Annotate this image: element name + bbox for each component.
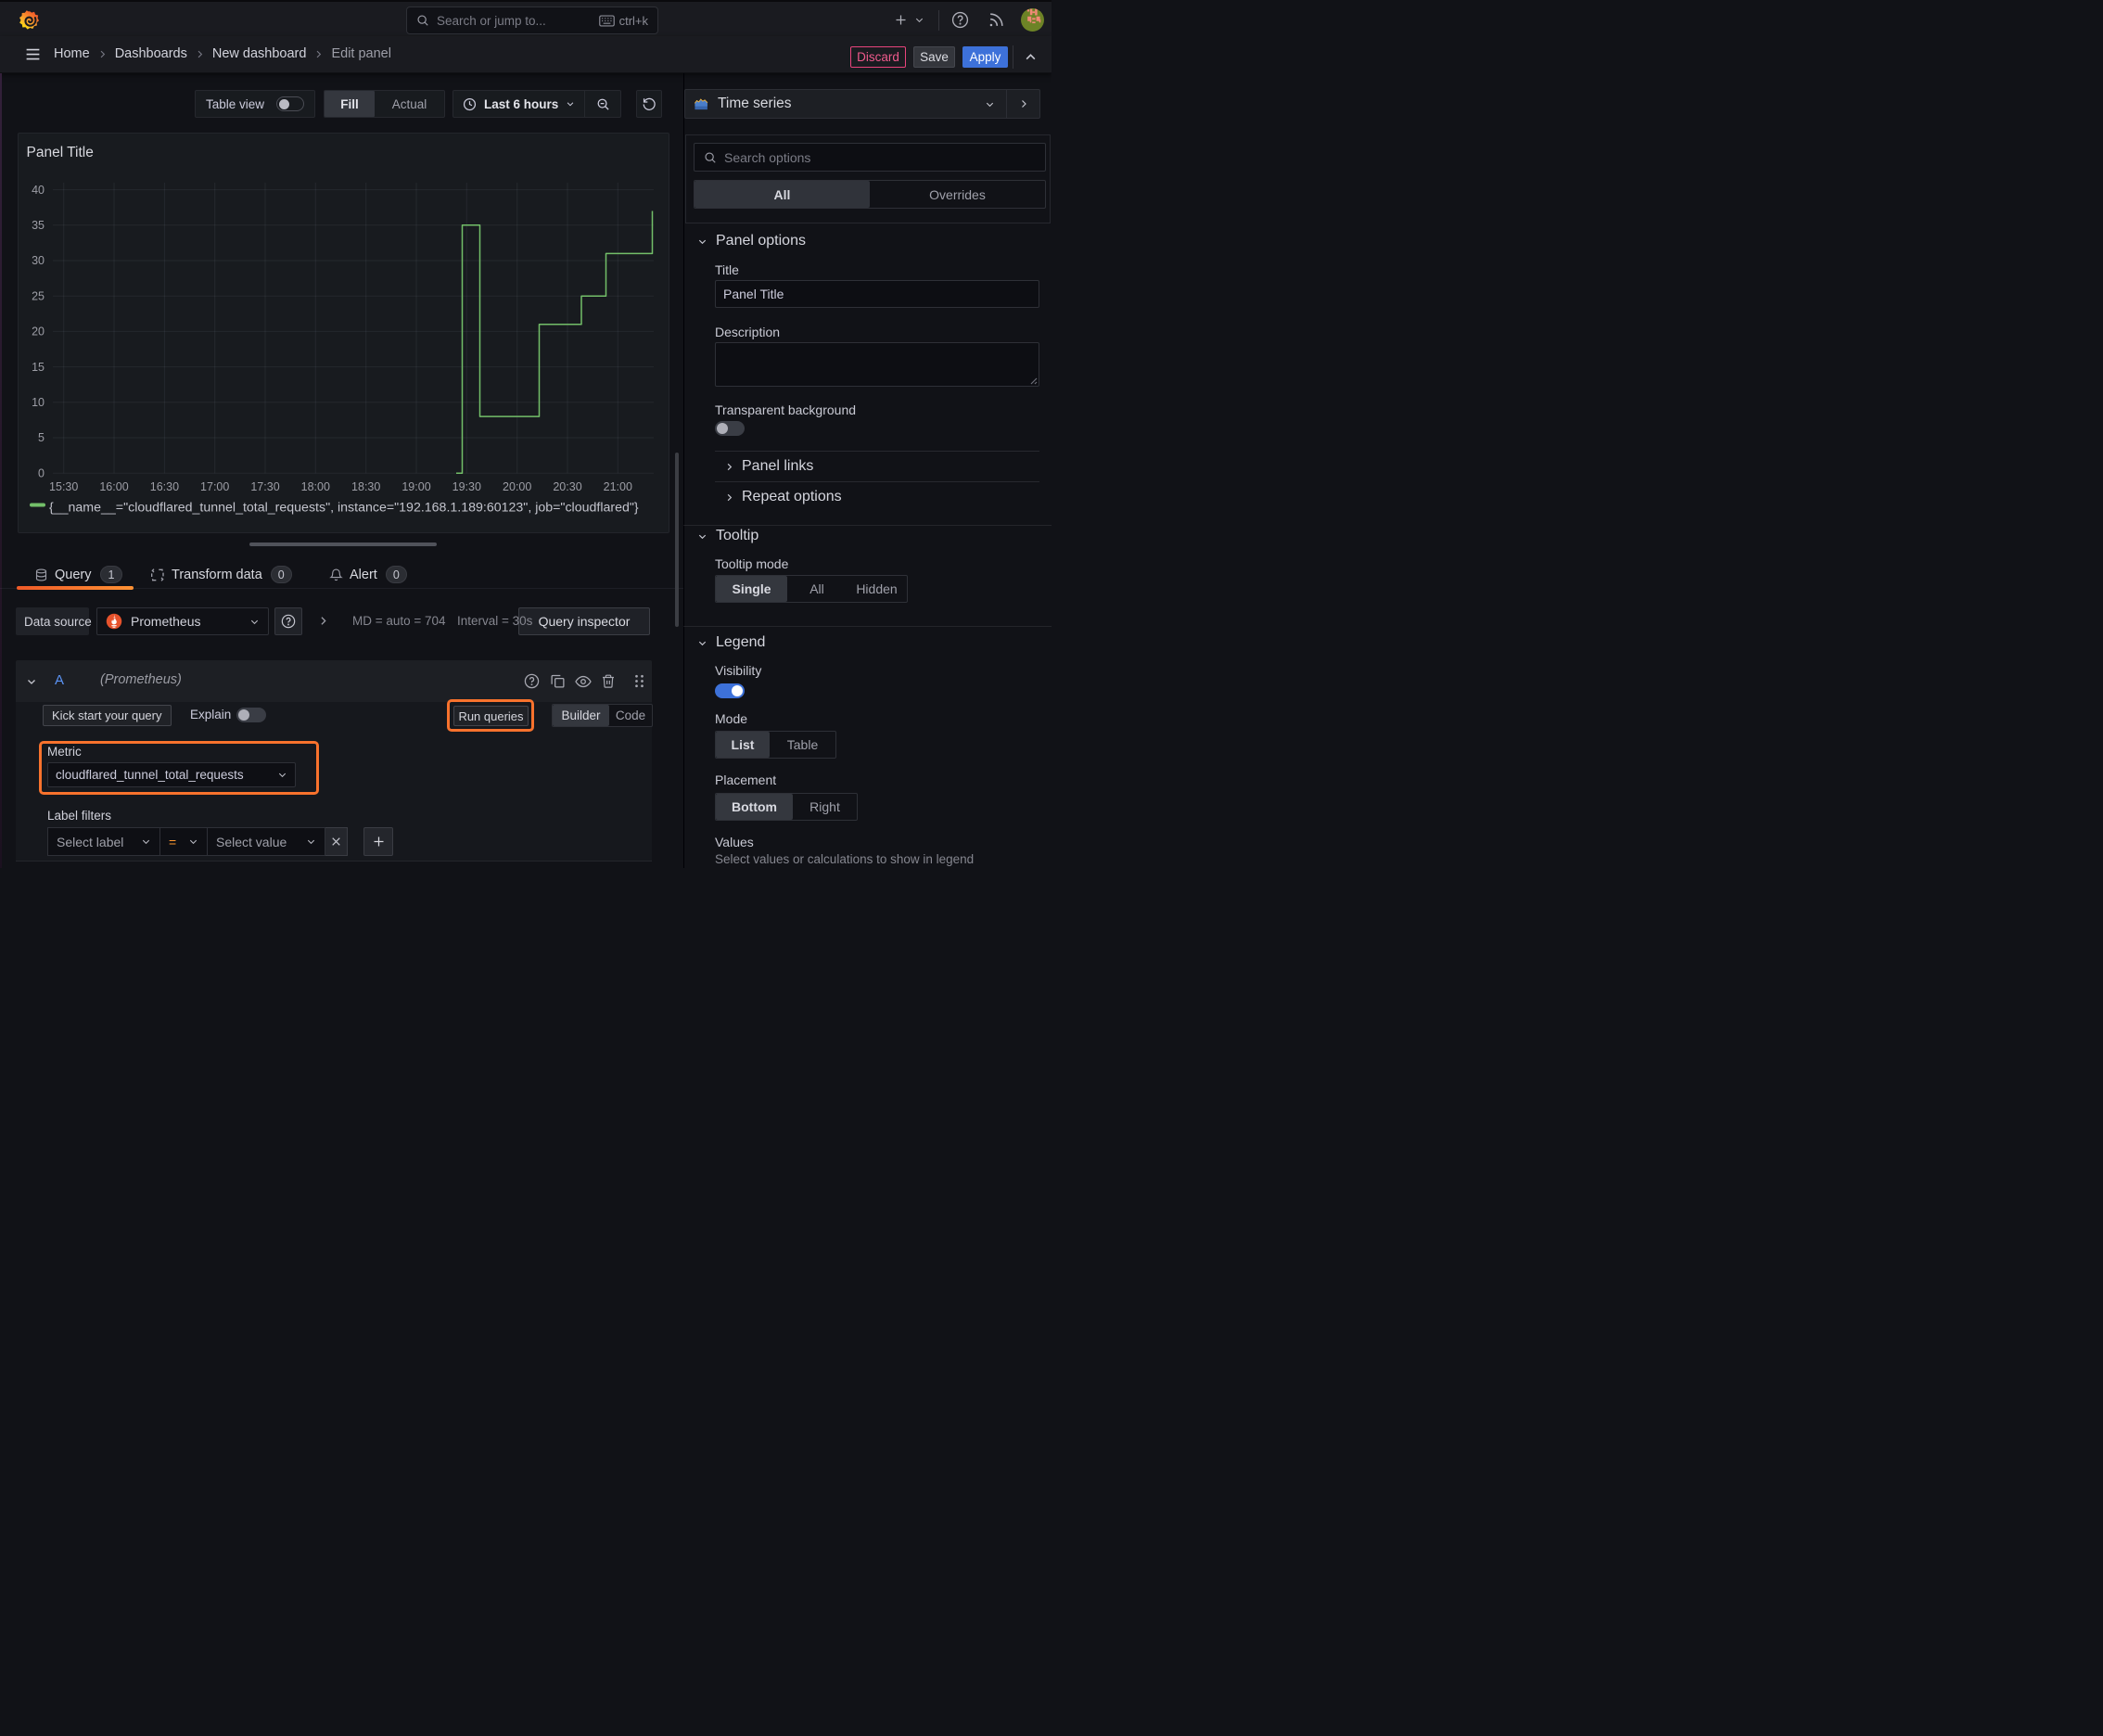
- svg-text:19:30: 19:30: [452, 480, 481, 493]
- svg-text:17:00: 17:00: [200, 480, 229, 493]
- svg-text:0: 0: [38, 466, 45, 479]
- svg-text:35: 35: [32, 219, 45, 232]
- svg-text:5: 5: [38, 431, 45, 444]
- svg-text:20:30: 20:30: [553, 480, 581, 493]
- svg-text:16:30: 16:30: [150, 480, 179, 493]
- svg-text:16:00: 16:00: [99, 480, 128, 493]
- svg-text:18:00: 18:00: [301, 480, 330, 493]
- svg-text:18:30: 18:30: [351, 480, 380, 493]
- svg-text:30: 30: [32, 254, 45, 267]
- svg-text:19:00: 19:00: [401, 480, 430, 493]
- svg-text:20:00: 20:00: [503, 480, 531, 493]
- svg-text:25: 25: [32, 289, 45, 302]
- svg-text:21:00: 21:00: [604, 480, 632, 493]
- svg-text:17:30: 17:30: [250, 480, 279, 493]
- svg-text:10: 10: [32, 396, 45, 409]
- svg-text:{__name__="cloudflared_tunnel_: {__name__="cloudflared_tunnel_total_requ…: [49, 501, 639, 516]
- svg-text:20: 20: [32, 326, 45, 338]
- svg-text:15:30: 15:30: [49, 480, 78, 493]
- svg-text:15: 15: [32, 361, 45, 374]
- svg-text:40: 40: [32, 184, 45, 197]
